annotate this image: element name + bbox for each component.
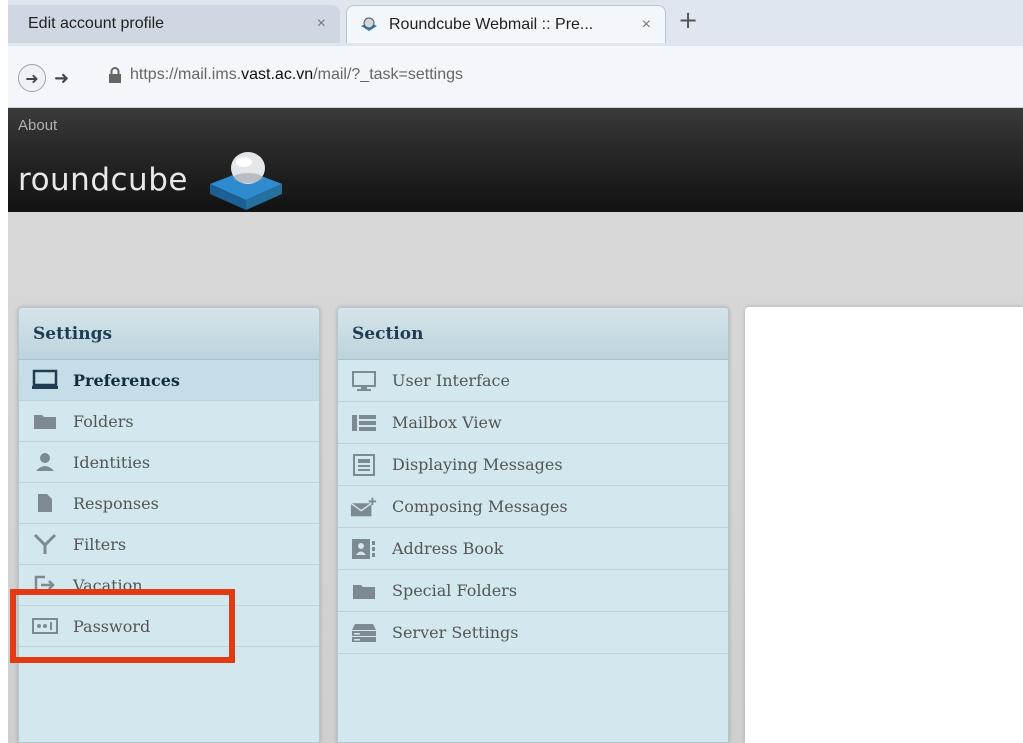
section-item-displaying-messages[interactable]: Displaying Messages xyxy=(338,444,728,486)
url-path: /mail/?_task=settings xyxy=(313,66,464,83)
roundcube-favicon-icon xyxy=(361,17,377,31)
settings-item-label: Identities xyxy=(73,452,151,472)
tab-edit-account-profile[interactable]: Edit account profile × xyxy=(8,5,340,43)
tab-roundcube-webmail[interactable]: Roundcube Webmail :: Pre... × xyxy=(346,5,666,43)
section-item-user-interface[interactable]: User Interface xyxy=(338,360,728,402)
browser-tabbar: Edit account profile × Roundcube Webmail… xyxy=(8,0,1023,46)
section-item-address-book[interactable]: Address Book xyxy=(338,528,728,570)
section-panel: Section User Interface Mailbox View Disp… xyxy=(337,307,729,743)
settings-item-filters[interactable]: Filters xyxy=(19,524,319,565)
roundcube-logo-icon xyxy=(210,152,282,210)
close-icon[interactable]: × xyxy=(642,16,651,34)
about-link[interactable]: About xyxy=(18,117,57,134)
folder-icon xyxy=(31,410,59,432)
compose-icon xyxy=(350,496,378,518)
url-field[interactable]: https://mail.ims.vast.ac.vn/mail/?_task=… xyxy=(108,66,463,84)
settings-item-folders[interactable]: Folders xyxy=(19,401,319,442)
logo-text: roundcube xyxy=(18,162,188,198)
close-icon[interactable]: × xyxy=(317,15,326,33)
section-item-label: Mailbox View xyxy=(392,413,502,432)
preferences-content-panel xyxy=(745,307,1023,743)
app-header: roundcube xyxy=(8,144,1023,212)
list-icon xyxy=(350,412,378,434)
section-item-special-folders[interactable]: Special Folders xyxy=(338,570,728,612)
section-item-server-settings[interactable]: Server Settings xyxy=(338,612,728,654)
settings-item-label: Filters xyxy=(73,534,127,554)
password-highlight-box xyxy=(10,589,235,663)
server-icon xyxy=(350,622,378,644)
tab-title: Edit account profile xyxy=(28,15,165,32)
lock-icon xyxy=(109,67,121,83)
section-header: Section xyxy=(338,308,728,360)
section-item-label: Special Folders xyxy=(392,581,518,600)
monitor-icon xyxy=(31,369,59,391)
back-arrow-icon[interactable]: ➜ xyxy=(18,64,46,92)
settings-item-preferences[interactable]: Preferences xyxy=(19,360,319,401)
forward-arrow-icon[interactable]: ➜ xyxy=(54,68,69,89)
new-tab-button[interactable]: + xyxy=(678,6,698,34)
section-item-label: Address Book xyxy=(392,539,504,558)
document-icon xyxy=(31,492,59,514)
url-prefix: https://mail.ims. xyxy=(130,66,242,83)
settings-item-responses[interactable]: Responses xyxy=(19,483,319,524)
top-line: About xyxy=(8,108,1023,144)
filter-icon xyxy=(31,533,59,555)
settings-item-identities[interactable]: Identities xyxy=(19,442,319,483)
message-icon xyxy=(350,453,378,476)
section-item-label: Server Settings xyxy=(392,623,519,642)
address-bar: ➜ ➜ https://mail.ims.vast.ac.vn/mail/?_t… xyxy=(8,46,1023,108)
tab-title: Roundcube Webmail :: Pre... xyxy=(389,15,594,33)
section-item-label: Displaying Messages xyxy=(392,455,563,474)
settings-item-label: Responses xyxy=(73,493,159,513)
settings-item-label: Folders xyxy=(73,411,134,431)
monitor-icon xyxy=(350,370,378,392)
settings-header: Settings xyxy=(19,308,319,360)
section-item-label: Composing Messages xyxy=(392,497,568,516)
person-icon xyxy=(31,451,59,473)
url-host: vast.ac.vn xyxy=(241,66,314,83)
section-item-composing-messages[interactable]: Composing Messages xyxy=(338,486,728,528)
folder-icon xyxy=(350,580,378,602)
section-item-label: User Interface xyxy=(392,371,510,390)
settings-panel: Settings Preferences Folders Identities … xyxy=(18,307,320,743)
settings-item-label: Preferences xyxy=(73,370,180,390)
addressbook-icon xyxy=(350,538,378,560)
section-item-mailbox-view[interactable]: Mailbox View xyxy=(338,402,728,444)
